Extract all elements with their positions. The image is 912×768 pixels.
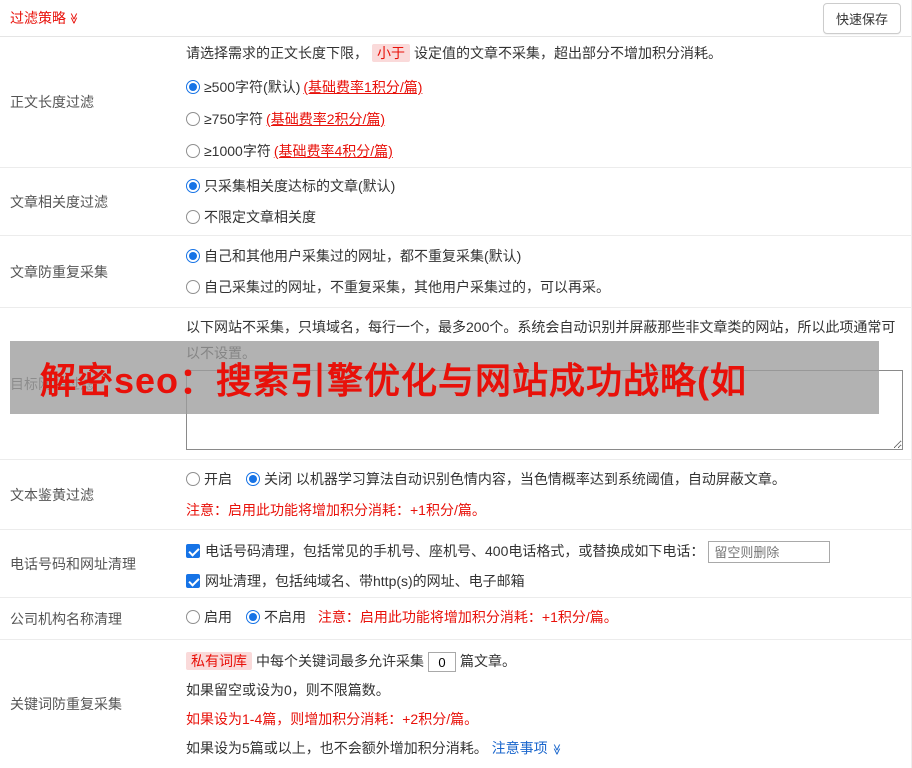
filter-strategy-page: 过滤策略≫ 快速保存 正文长度过滤 请选择需求的正文长度下限， 小于 设定值的文章不… (0, 0, 912, 768)
porn-filter-note: 注意：启用此功能将增加积分消耗：+1积分/篇。 (186, 502, 486, 518)
checkbox-url-cleanup[interactable] (186, 574, 200, 588)
option-dedupe-all-users[interactable]: 自己和其他用户采集过的网址，都不重复采集(默认) (186, 241, 903, 272)
fee-note: (基础费率2积分/篇) (266, 111, 386, 127)
keyword-rule-line: 如果留空或设为0，则不限篇数。 (186, 682, 390, 698)
option-company-on[interactable]: 启用 (186, 609, 232, 625)
url-cleanup-option[interactable]: 网址清理，包括纯域名、带http(s)的网址、电子邮箱 (186, 566, 903, 596)
radio-relevant-only[interactable] (186, 179, 200, 193)
phone-cleanup-option[interactable]: 电话号码清理，包括常见的手机号、座机号、400电话格式，或替换成如下电话： (186, 536, 903, 566)
fee-note: (基础费率4积分/篇) (273, 143, 393, 159)
fee-note: (基础费率1积分/篇) (303, 79, 423, 95)
row-label: 文章相关度过滤 (10, 193, 108, 210)
row-phone-url-cleanup: 电话号码和网址清理 电话号码清理，包括常见的手机号、座机号、400电话格式，或替… (0, 530, 911, 598)
option-min-750[interactable]: ≥750字符 (基础费率2积分/篇) (186, 103, 903, 135)
radio-porn-on[interactable] (186, 472, 200, 486)
row-relevance-filter: 文章相关度过滤 只采集相关度达标的文章(默认) 不限定文章相关度 (0, 168, 911, 236)
less-than-badge: 小于 (372, 44, 410, 62)
page-title[interactable]: 过滤策略≫ (10, 8, 80, 28)
option-no-relevance-limit[interactable]: 不限定文章相关度 (186, 202, 903, 233)
row-body-length-filter: 正文长度过滤 请选择需求的正文长度下限， 小于 设定值的文章不采集，超出部分不增加积… (0, 37, 911, 168)
option-relevant-only[interactable]: 只采集相关度达标的文章(默认) (186, 171, 903, 202)
body-length-intro: 请选择需求的正文长度下限， 小于 设定值的文章不采集，超出部分不增加积分消耗。 (186, 44, 722, 62)
row-label: 公司机构名称清理 (10, 610, 122, 627)
option-porn-off[interactable]: 关闭 (246, 471, 292, 487)
row-company-name-cleanup: 公司机构名称清理 启用 不启用 注意：启用此功能将增加积分消耗：+1积分/篇。 (0, 598, 911, 640)
row-label: 文本鉴黄过滤 (10, 486, 94, 503)
radio-company-off[interactable] (246, 610, 260, 624)
chevron-down-icon: ≫ (549, 743, 562, 756)
option-company-off[interactable]: 不启用 (246, 609, 306, 625)
option-porn-on[interactable]: 开启 (186, 471, 232, 487)
row-label: 文章防重复采集 (10, 263, 108, 280)
option-min-1000[interactable]: ≥1000字符 (基础费率4积分/篇) (186, 135, 903, 167)
quick-save-button[interactable]: 快速保存 (822, 2, 901, 34)
page-title-text: 过滤策略 (10, 10, 66, 26)
private-lexicon-badge: 私有词库 (186, 652, 252, 670)
notes-link[interactable]: 注意事项 ≫ (492, 740, 562, 756)
row-porn-filter: 文本鉴黄过滤 开启 关闭 以机器学习算法自动识别色情内容，当色情概率达到系统阈值，… (0, 460, 911, 530)
row-keyword-anti-duplicate: 关键词防重复采集 私有词库中每个关键词最多允许采集篇文章。 如果留空或设为0，则… (0, 640, 911, 768)
row-label: 正文长度过滤 (10, 94, 94, 110)
radio-min-500[interactable] (186, 80, 200, 94)
radio-company-on[interactable] (186, 610, 200, 624)
company-cleanup-note: 注意：启用此功能将增加积分消耗：+1积分/篇。 (317, 609, 618, 625)
watermark-overlay: 解密seo：搜索引擎优化与网站成功战略(如 (10, 341, 879, 414)
page-header: 过滤策略≫ 快速保存 (0, 0, 911, 37)
chevron-down-icon: ≫ (67, 12, 80, 25)
porn-filter-desc: 以机器学习算法自动识别色情内容，当色情概率达到系统阈值，自动屏蔽文章。 (295, 471, 786, 487)
checkbox-phone-cleanup[interactable] (186, 544, 200, 558)
option-dedupe-self-only[interactable]: 自己采集过的网址，不重复采集，其他用户采集过的，可以再采。 (186, 272, 903, 303)
row-label: 关键词防重复采集 (10, 696, 122, 712)
replacement-phone-input[interactable] (708, 541, 831, 564)
radio-porn-off[interactable] (246, 472, 260, 486)
radio-no-relevance-limit[interactable] (186, 210, 200, 224)
radio-dedupe-all-users[interactable] (186, 249, 200, 263)
radio-min-1000[interactable] (186, 144, 200, 158)
max-articles-input[interactable] (428, 652, 456, 673)
option-min-500[interactable]: ≥500字符(默认) (基础费率1积分/篇) (186, 71, 903, 103)
row-label: 电话号码和网址清理 (10, 555, 136, 572)
radio-min-750[interactable] (186, 112, 200, 126)
keyword-fee-line: 如果设为1-4篇，则增加积分消耗：+2积分/篇。 (186, 711, 479, 727)
row-anti-duplicate: 文章防重复采集 自己和其他用户采集过的网址，都不重复采集(默认) 自己采集过的网… (0, 236, 911, 308)
radio-dedupe-self-only[interactable] (186, 280, 200, 294)
watermark-text: 解密seo：搜索引擎优化与网站成功战略(如 (40, 359, 748, 401)
